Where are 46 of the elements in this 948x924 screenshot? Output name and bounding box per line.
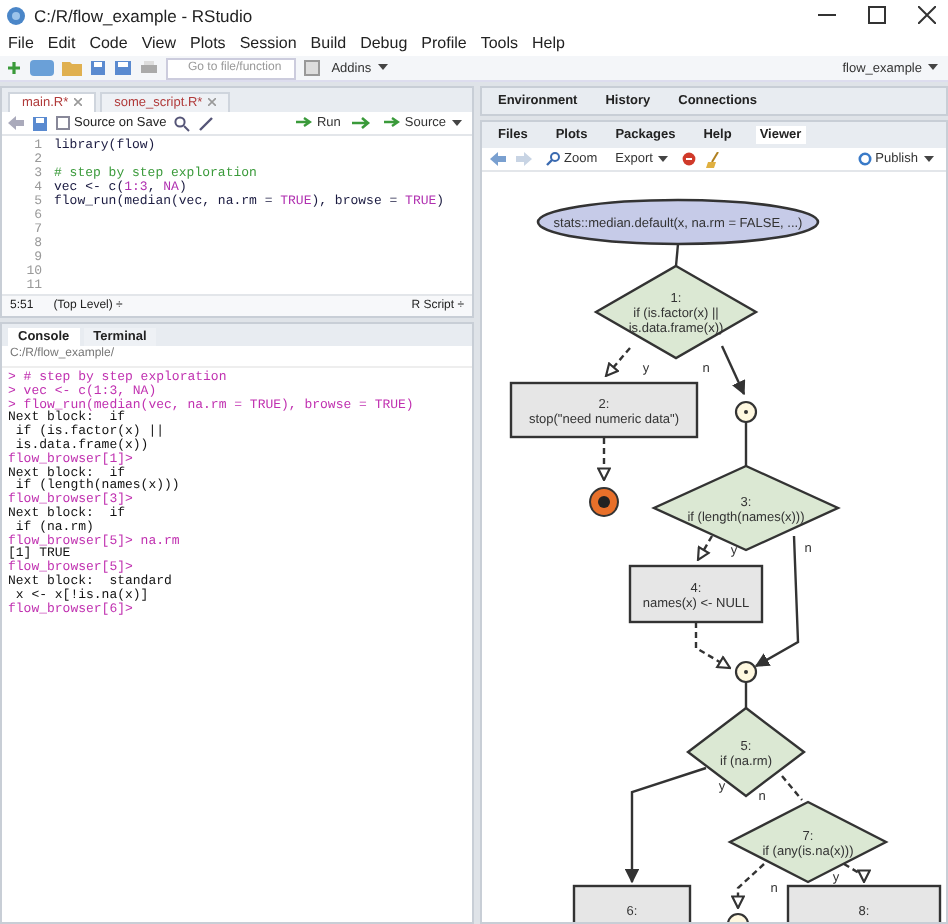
maximize-icon[interactable] [868,6,886,24]
folder-icon[interactable] [62,60,82,76]
menu-item[interactable]: Profile [421,34,467,52]
plus-icon[interactable] [6,60,22,76]
menu-item[interactable]: Code [89,34,128,52]
save-icon[interactable] [32,115,48,131]
junction-node [734,660,758,684]
menu-item[interactable]: Debug [360,34,408,52]
caret-icon [924,155,934,162]
grid-icon[interactable] [303,60,320,76]
menu-item[interactable]: Edit [47,34,76,52]
menu-item[interactable]: Tools [480,34,519,52]
flow-arrow [694,622,732,670]
caret-icon [928,64,938,71]
flow-arrow [604,347,631,378]
broom-icon[interactable] [706,151,721,167]
menu-item[interactable]: View [141,34,177,52]
project-icon[interactable] [30,60,54,76]
print-icon[interactable] [140,60,158,76]
app-logo-icon [6,5,26,25]
flow-arrow [754,535,800,668]
menu-item[interactable]: File [8,34,34,52]
flow-arrow [720,345,746,396]
flow-arrow [597,438,611,482]
back-arrow-icon[interactable] [490,152,506,166]
save-icon[interactable] [90,60,106,76]
junction-node [726,912,750,922]
arrow-icon [296,116,313,129]
stop-icon[interactable] [682,152,697,166]
arrow-icon [384,116,401,129]
menu-item[interactable]: Build [310,34,347,52]
caret-icon [658,155,669,162]
rerun-icon[interactable] [352,116,373,130]
menu-item[interactable]: Help [532,34,565,52]
search-icon [546,151,560,166]
menu-item[interactable]: Plots [190,34,226,52]
caret-icon [377,64,388,71]
junction-node [734,400,758,424]
search-icon[interactable] [174,115,191,131]
back-arrow-icon[interactable] [8,116,24,130]
window-title: C:/R/flow_example - RStudio [34,5,253,25]
caret-icon [452,119,462,126]
save-all-icon[interactable] [114,60,132,76]
close-icon[interactable] [918,6,936,24]
menu-item[interactable]: Session [239,34,297,52]
stop-node [589,487,619,517]
